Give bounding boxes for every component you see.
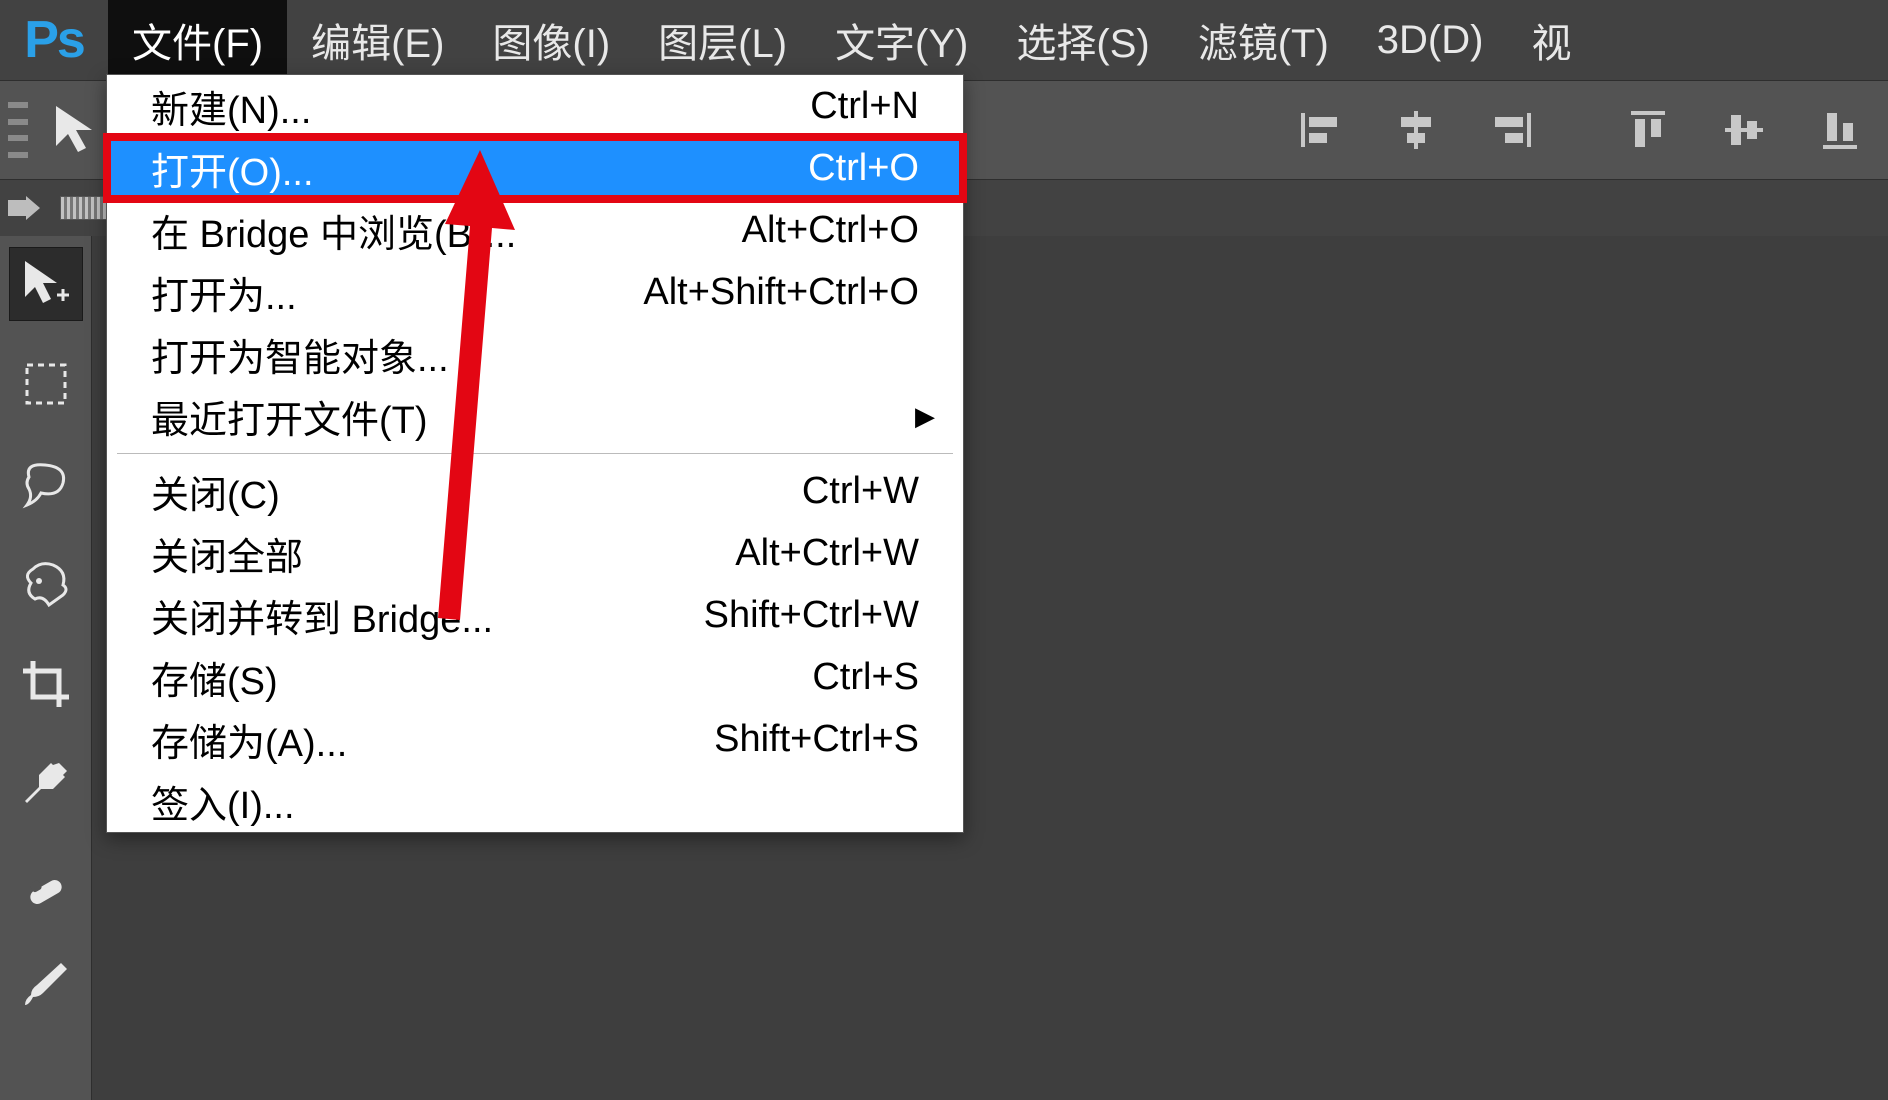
menu-item-label: 关闭全部: [151, 526, 735, 581]
menu-label: 文件(F): [132, 11, 263, 69]
menu-view[interactable]: 视: [1507, 0, 1595, 80]
align-horizontal-centers-icon[interactable]: [1386, 100, 1446, 160]
menu-item-label: 关闭并转到 Bridge...: [151, 588, 704, 643]
brush-tool[interactable]: [10, 948, 82, 1020]
app-logo: Ps: [0, 0, 108, 80]
menu-item-open[interactable]: 打开(O)...Ctrl+O: [107, 137, 963, 199]
menu-item-close-bridge[interactable]: 关闭并转到 Bridge...Shift+Ctrl+W: [107, 584, 963, 646]
menu-item-new[interactable]: 新建(N)...Ctrl+N: [107, 75, 963, 137]
menu-3d[interactable]: 3D(D): [1353, 0, 1508, 80]
rectangular-marquee-tool[interactable]: [10, 348, 82, 420]
menu-item-label: 存储为(A)...: [151, 712, 714, 767]
menu-label: 滤镜(T): [1198, 11, 1329, 69]
menu-label: 图层(L): [658, 11, 787, 69]
menu-layer[interactable]: 图层(L): [634, 0, 811, 80]
menu-item-shortcut: Ctrl+O: [808, 147, 919, 190]
menu-bar: Ps 文件(F) 编辑(E) 图像(I) 图层(L) 文字(Y) 选择(S) 滤…: [0, 0, 1888, 80]
menu-item-shortcut: Ctrl+N: [810, 85, 919, 128]
menu-item-save[interactable]: 存储(S)Ctrl+S: [107, 646, 963, 708]
menu-type[interactable]: 文字(Y): [811, 0, 992, 80]
menu-label: 选择(S): [1016, 11, 1149, 69]
menu-separator: [117, 453, 953, 454]
menu-label: 3D(D): [1377, 18, 1484, 63]
menu-image[interactable]: 图像(I): [468, 0, 634, 80]
menu-item-shortcut: Shift+Ctrl+S: [714, 718, 919, 761]
align-top-edges-icon[interactable]: [1618, 100, 1678, 160]
menu-filter[interactable]: 滤镜(T): [1174, 0, 1353, 80]
grip-icon: [8, 102, 28, 158]
menu-item-open-smart-object[interactable]: 打开为智能对象...: [107, 323, 963, 385]
menu-item-recent-files[interactable]: 最近打开文件(T): [107, 385, 963, 447]
menu-item-shortcut: Shift+Ctrl+W: [704, 594, 919, 637]
tab-arrow-icon: [6, 194, 42, 222]
menu-edit[interactable]: 编辑(E): [287, 0, 468, 80]
align-vertical-centers-icon[interactable]: [1714, 100, 1774, 160]
menu-item-shortcut: Alt+Shift+Ctrl+O: [643, 271, 919, 314]
menu-item-label: 新建(N)...: [151, 79, 810, 134]
menu-item-label: 存储(S): [151, 650, 812, 705]
quick-selection-tool[interactable]: [10, 548, 82, 620]
lasso-tool[interactable]: [10, 448, 82, 520]
menu-item-save-as[interactable]: 存储为(A)...Shift+Ctrl+S: [107, 708, 963, 770]
menu-item-check-in[interactable]: 签入(I)...: [107, 770, 963, 832]
align-right-edges-icon[interactable]: [1482, 100, 1542, 160]
menu-item-label: 最近打开文件(T): [151, 389, 919, 444]
align-bottom-edges-icon[interactable]: [1810, 100, 1870, 160]
menu-select[interactable]: 选择(S): [992, 0, 1173, 80]
crop-tool[interactable]: [10, 648, 82, 720]
file-menu-dropdown: 新建(N)...Ctrl+N 打开(O)...Ctrl+O 在 Bridge 中…: [106, 74, 964, 833]
align-left-edges-icon[interactable]: [1290, 100, 1350, 160]
menu-item-open-as[interactable]: 打开为...Alt+Shift+Ctrl+O: [107, 261, 963, 323]
app-logo-text: Ps: [24, 10, 84, 70]
menu-label: 图像(I): [492, 11, 610, 69]
menu-item-label: 关闭(C): [151, 464, 802, 519]
menu-item-shortcut: Ctrl+W: [802, 470, 919, 513]
menu-item-close[interactable]: 关闭(C)Ctrl+W: [107, 460, 963, 522]
menu-item-label: 打开为...: [151, 265, 643, 320]
menu-label: 视: [1531, 11, 1571, 69]
menu-label: 编辑(E): [311, 11, 444, 69]
menu-item-shortcut: Alt+Ctrl+O: [742, 209, 919, 252]
menu-item-label: 签入(I)...: [151, 774, 919, 829]
menu-item-label: 打开(O)...: [151, 141, 808, 196]
move-tool[interactable]: [10, 248, 82, 320]
menu-label: 文字(Y): [835, 11, 968, 69]
eyedropper-tool[interactable]: [10, 748, 82, 820]
menu-item-shortcut: Ctrl+S: [812, 656, 919, 699]
menu-item-label: 在 Bridge 中浏览(B)...: [151, 203, 742, 258]
healing-brush-tool[interactable]: [10, 848, 82, 920]
tools-panel: [0, 236, 92, 1100]
menu-file[interactable]: 文件(F): [108, 0, 287, 80]
menu-item-shortcut: Alt+Ctrl+W: [735, 532, 919, 575]
tool-preset-picker[interactable]: [48, 100, 108, 160]
menu-item-label: 打开为智能对象...: [151, 327, 919, 382]
menu-item-close-all[interactable]: 关闭全部Alt+Ctrl+W: [107, 522, 963, 584]
menu-item-browse-bridge[interactable]: 在 Bridge 中浏览(B)...Alt+Ctrl+O: [107, 199, 963, 261]
